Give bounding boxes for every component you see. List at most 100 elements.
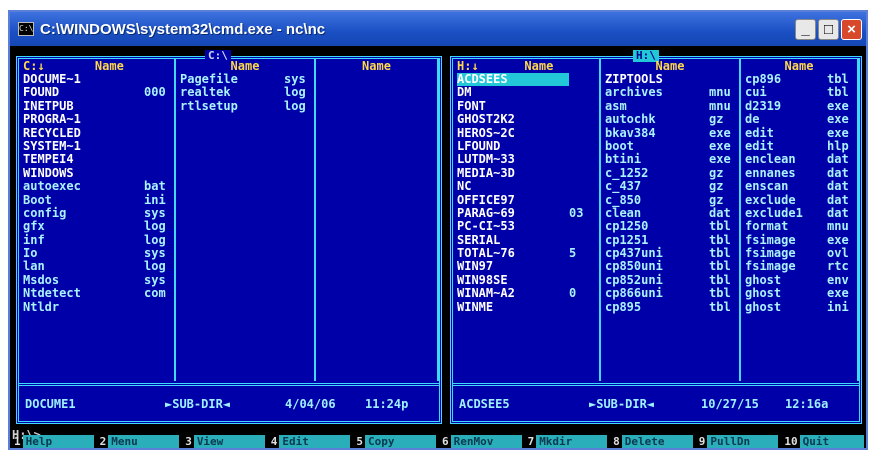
file-ext (144, 167, 174, 180)
file-entry[interactable]: Pagefile sys (176, 72, 314, 86)
file-entry[interactable]: boot exe (601, 139, 739, 153)
file-entry[interactable]: WINME (453, 300, 599, 314)
fkey-6[interactable]: 6 RenMov (438, 434, 524, 448)
file-entry[interactable]: d2319 exe (741, 99, 857, 113)
file-entry[interactable]: bkav384 exe (601, 125, 739, 140)
file-entry[interactable]: fsimage exe (741, 233, 857, 247)
file-entry[interactable]: PROGRA~1 (19, 112, 174, 126)
file-entry[interactable]: cui tbl (741, 85, 857, 99)
file-entry[interactable]: cp895 tbl (601, 300, 739, 314)
file-entry[interactable]: c_437 gz (601, 179, 739, 193)
file-ext (569, 260, 599, 273)
file-entry[interactable]: RECYCLED (19, 125, 174, 140)
file-entry[interactable]: DM (453, 85, 599, 99)
left-panel[interactable]: C:\ C:↓ Name DOCUME~1 FOUND 000 INETPUB PROGR… (16, 50, 442, 424)
fkey-7[interactable]: 7 Mkdir (524, 434, 610, 448)
file-entry[interactable]: edit exe (741, 126, 857, 140)
file-entry[interactable]: ghost exe (741, 286, 857, 300)
file-entry[interactable]: inf log (19, 233, 174, 247)
file-entry[interactable]: OFFICE97 (453, 193, 599, 207)
file-entry[interactable]: enclean dat (741, 152, 857, 166)
fkey-label: Delete (621, 434, 693, 448)
file-entry[interactable]: SYSTEM~1 (19, 139, 174, 153)
file-entry[interactable]: Boot ini (19, 193, 174, 207)
file-entry[interactable]: clean dat (601, 206, 739, 220)
file-entry[interactable]: WINDOWS (19, 166, 174, 180)
fkey-8[interactable]: 8 Delete (609, 434, 695, 448)
cmd-icon[interactable]: C:\ (18, 22, 34, 36)
minimize-button[interactable]: _ (795, 18, 816, 40)
file-entry[interactable]: realtek log (176, 85, 314, 99)
file-entry[interactable]: LFOUND (453, 139, 599, 153)
file-ext (144, 100, 174, 113)
file-entry[interactable]: GHOST2K2 (453, 112, 599, 126)
file-entry[interactable]: exclude dat (741, 193, 857, 207)
file-entry[interactable]: ghost ini (741, 300, 857, 314)
file-entry[interactable]: exclude1 dat (741, 206, 857, 220)
file-entry[interactable]: TEMPEI4 (19, 152, 174, 166)
file-entry[interactable]: ghost env (741, 273, 857, 287)
close-button[interactable]: × (841, 18, 862, 40)
file-entry[interactable]: cp866uni tbl (601, 286, 739, 300)
right-panel[interactable]: H:\ H:↓ Name ACDSEES DM FONT GHOST2K2 HEROS~2… (450, 50, 862, 424)
file-entry[interactable]: format mnu (741, 219, 857, 233)
file-entry[interactable]: Io sys (19, 246, 174, 260)
file-entry[interactable]: DOCUME~1 (19, 72, 174, 86)
file-entry[interactable]: btini exe (601, 152, 739, 166)
fkey-10[interactable]: 10 Quit (780, 434, 866, 448)
fkey-4[interactable]: 4 Edit (267, 434, 353, 448)
file-entry[interactable]: Msdos sys (19, 273, 174, 287)
file-entry[interactable]: cp1250 tbl (601, 219, 739, 233)
file-entry[interactable]: Ntdetect com (19, 286, 174, 300)
file-entry[interactable]: WINAM~A2 0 (453, 286, 599, 300)
file-entry[interactable]: gfx log (19, 219, 174, 233)
title-bar[interactable]: C:\ C:\WINDOWS\system32\cmd.exe - nc\nc … (10, 12, 866, 46)
file-entry[interactable]: enscan dat (741, 179, 857, 193)
fkey-2[interactable]: 2 Menu (96, 434, 182, 448)
maximize-button[interactable]: □ (818, 18, 839, 40)
file-entry[interactable]: PC-CI~53 (453, 219, 599, 233)
file-entry[interactable]: WIN97 (453, 260, 599, 274)
fkey-9[interactable]: 9 PullDn (695, 434, 781, 448)
file-name: cp437uni (605, 246, 663, 261)
file-entry[interactable]: cp1251 tbl (601, 233, 739, 247)
file-entry[interactable]: archives mnu (601, 85, 739, 99)
file-entry[interactable]: rtlsetup log (176, 99, 314, 113)
file-entry[interactable]: autochk gz (601, 112, 739, 126)
file-entry[interactable]: ennanes dat (741, 166, 857, 180)
file-entry[interactable]: cp896 tbl (741, 72, 857, 86)
file-entry[interactable]: LUTDM~33 (453, 152, 599, 166)
file-entry[interactable]: asm mnu (601, 99, 739, 113)
file-entry[interactable]: cp437uni tbl (601, 246, 739, 261)
file-entry[interactable]: NC (453, 179, 599, 193)
file-entry[interactable]: de exe (741, 112, 857, 126)
file-entry[interactable]: SERIAL (453, 233, 599, 247)
file-entry[interactable]: FOUND 000 (19, 85, 174, 99)
file-entry[interactable]: fsimage ovl (741, 246, 857, 260)
fkey-3[interactable]: 3 View (181, 434, 267, 448)
fkey-1[interactable]: 1 Help (10, 434, 96, 448)
file-entry[interactable]: edit hlp (741, 139, 857, 153)
file-name: bkav384 (605, 125, 656, 140)
fkey-5[interactable]: 5 Copy (352, 434, 438, 448)
file-entry[interactable]: cp850uni tbl (601, 260, 739, 274)
file-entry[interactable]: MEDIA~3D (453, 166, 599, 180)
file-entry[interactable]: TOTAL~76 5 (453, 246, 599, 260)
file-entry[interactable]: HEROS~2C (453, 126, 599, 140)
file-entry[interactable]: PARAG~69 03 (453, 206, 599, 220)
file-entry[interactable]: ACDSEES (453, 72, 599, 87)
file-entry[interactable]: c_850 gz (601, 193, 739, 207)
file-entry[interactable]: lan log (19, 260, 174, 274)
file-entry[interactable]: WIN98SE (453, 273, 599, 287)
file-entry[interactable]: cp852uni tbl (601, 273, 739, 287)
file-entry[interactable]: ZIPTOOLS (601, 72, 739, 86)
file-entry[interactable]: fsimage rtc (741, 260, 857, 274)
file-entry[interactable]: config sys (19, 206, 174, 220)
file-entry[interactable]: INETPUB (19, 99, 174, 113)
file-entry[interactable]: FONT (453, 99, 599, 113)
file-name: RECYCLED (23, 125, 81, 140)
file-ext: tbl (709, 246, 731, 261)
file-entry[interactable]: c_1252 gz (601, 166, 739, 180)
file-entry[interactable]: autoexec bat (19, 179, 174, 193)
file-entry[interactable]: Ntldr (19, 300, 174, 314)
